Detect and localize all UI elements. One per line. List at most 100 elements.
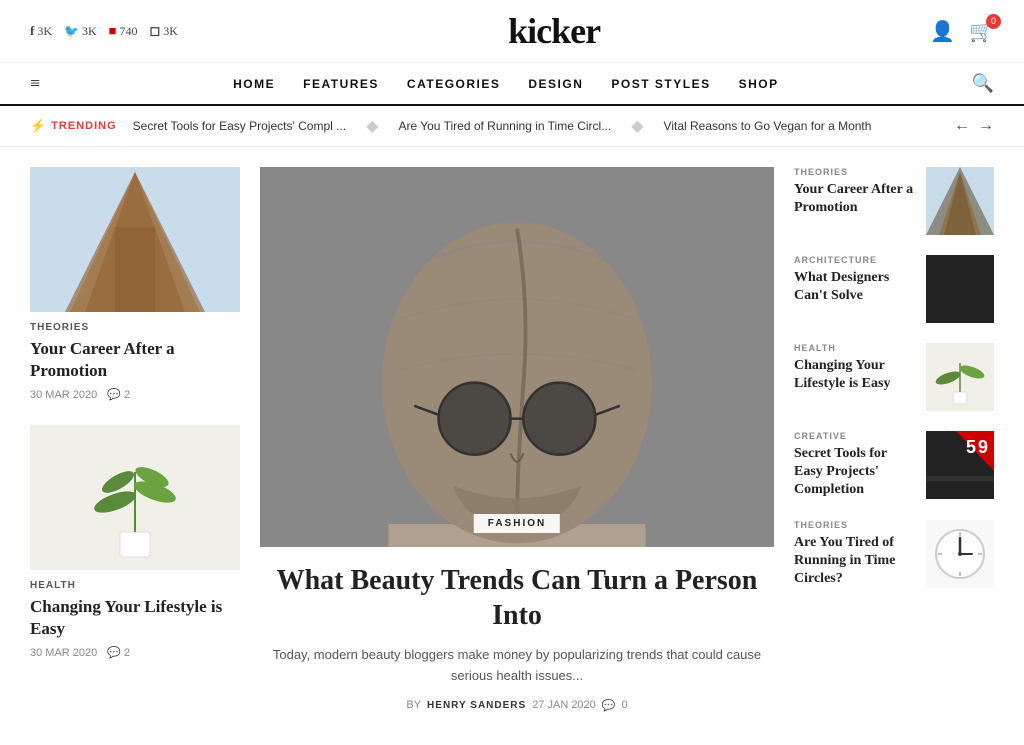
youtube-count: 740	[120, 24, 138, 39]
svg-text:9: 9	[978, 437, 988, 457]
svg-text:5: 5	[966, 437, 976, 457]
hero-category-badge: FASHION	[474, 514, 560, 533]
left-card-2-image[interactable]	[30, 425, 240, 570]
trending-item-2[interactable]: Are You Tired of Running in Time Circl..…	[398, 119, 611, 133]
right-card-1: THEORIES Your Career After a Promotion	[794, 167, 994, 235]
right-card-5-title[interactable]: Are You Tired of Running in Time Circles…	[794, 534, 914, 589]
hero-title[interactable]: What Beauty Trends Can Turn a Person Int…	[260, 563, 774, 633]
nav-features[interactable]: FEATURES	[303, 77, 379, 91]
right-card-3: HEALTH Changing Your Lifestyle is Easy	[794, 343, 994, 411]
search-icon[interactable]: 🔍	[972, 73, 994, 94]
right-card-3-title[interactable]: Changing Your Lifestyle is Easy	[794, 357, 914, 393]
left-card-2-title[interactable]: Changing Your Lifestyle is Easy	[30, 596, 240, 640]
right-card-3-text: HEALTH Changing Your Lifestyle is Easy	[794, 343, 914, 393]
right-card-3-category: HEALTH	[794, 343, 914, 353]
rplant-svg	[935, 348, 985, 406]
rarch-svg	[926, 167, 994, 235]
right-card-2-text: ARCHITECTURE What Designers Can't Solve	[794, 255, 914, 305]
right-card-5-category: THEORIES	[794, 520, 914, 530]
user-icon[interactable]: 👤	[930, 19, 955, 44]
author-prefix: BY	[406, 699, 421, 711]
right-card-2-image[interactable]	[926, 255, 994, 323]
nav-home[interactable]: HOME	[233, 77, 275, 91]
youtube-link[interactable]: ■ 740	[109, 23, 138, 39]
right-card-5: THEORIES Are You Tired of Running in Tim…	[794, 520, 994, 589]
left-card-2-category: HEALTH	[30, 580, 240, 591]
right-card-4-image[interactable]: 5 9	[926, 431, 994, 499]
left-card-2: HEALTH Changing Your Lifestyle is Easy 3…	[30, 425, 240, 659]
twitter-link[interactable]: 🐦 3K	[64, 24, 97, 39]
nav-categories[interactable]: CATEGORIES	[407, 77, 500, 91]
nav-design[interactable]: DESIGN	[528, 77, 583, 91]
nav-links: HOME FEATURES CATEGORIES DESIGN POST STY…	[233, 77, 778, 91]
trending-items: Secret Tools for Easy Projects' Compl ..…	[133, 116, 938, 136]
cart-icon[interactable]: 🛒 0	[969, 19, 994, 44]
hero-image[interactable]: FASHION	[260, 167, 774, 547]
left-card-1-date: 30 MAR 2020	[30, 389, 97, 401]
nav-shop[interactable]: SHOP	[739, 77, 779, 91]
left-card-1-title[interactable]: Your Career After a Promotion	[30, 338, 240, 382]
right-card-1-title[interactable]: Your Career After a Promotion	[794, 181, 914, 217]
top-right-icons: 👤 🛒 0	[930, 19, 994, 44]
instagram-icon: ◻	[150, 23, 161, 39]
right-card-5-text: THEORIES Are You Tired of Running in Tim…	[794, 520, 914, 589]
right-card-5-image[interactable]	[926, 520, 994, 588]
rcreative-svg: 5 9	[926, 431, 994, 499]
trending-sep-2: ◆	[631, 116, 643, 136]
content-area: THEORIES Your Career After a Promotion 3…	[0, 147, 1024, 732]
hero-comments: 0	[622, 699, 628, 711]
right-card-2-title[interactable]: What Designers Can't Solve	[794, 269, 914, 305]
twitter-count: 3K	[82, 24, 97, 39]
left-card-2-comments: 💬 2	[107, 646, 130, 659]
clock-svg	[934, 528, 986, 580]
right-card-3-image[interactable]	[926, 343, 994, 411]
trending-nav: ← →	[954, 117, 994, 135]
hero-excerpt: Today, modern beauty bloggers make money…	[260, 645, 774, 687]
right-card-4-category: CREATIVE	[794, 431, 914, 441]
trending-item-1[interactable]: Secret Tools for Easy Projects' Compl ..…	[133, 119, 346, 133]
left-card-1-image[interactable]	[30, 167, 240, 312]
top-bar: f 3K 🐦 3K ■ 740 ◻ 3K kicker 👤 🛒 0	[0, 0, 1024, 63]
twitter-icon: 🐦	[64, 24, 79, 39]
center-column: FASHION What Beauty Trends Can Turn a Pe…	[260, 167, 774, 712]
nav-post-styles[interactable]: POST STYLES	[611, 77, 710, 91]
facebook-link[interactable]: f 3K	[30, 23, 52, 39]
menu-icon[interactable]: ≡	[30, 73, 40, 94]
cart-count: 0	[986, 14, 1001, 29]
left-column: THEORIES Your Career After a Promotion 3…	[30, 167, 240, 712]
plant-svg	[90, 442, 180, 562]
comment-icon-1: 💬	[107, 388, 121, 401]
social-links: f 3K 🐦 3K ■ 740 ◻ 3K	[30, 23, 178, 39]
arch-svg	[30, 167, 240, 312]
hero-comment-icon: 💬	[602, 699, 616, 712]
right-card-4-text: CREATIVE Secret Tools for Easy Projects'…	[794, 431, 914, 500]
trend-prev-arrow[interactable]: ←	[954, 117, 970, 135]
trending-bar: ⚡ TRENDING Secret Tools for Easy Project…	[0, 106, 1024, 147]
hero-svg	[260, 167, 774, 547]
right-card-4-title[interactable]: Secret Tools for Easy Projects' Completi…	[794, 445, 914, 500]
facebook-count: 3K	[37, 24, 52, 39]
trend-next-arrow[interactable]: →	[978, 117, 994, 135]
right-card-1-text: THEORIES Your Career After a Promotion	[794, 167, 914, 217]
bolt-icon: ⚡	[30, 118, 47, 134]
author-name[interactable]: HENRY SANDERS	[427, 700, 526, 711]
hero-date: 27 JAN 2020	[532, 699, 596, 711]
trending-item-3[interactable]: Vital Reasons to Go Vegan for a Month	[664, 119, 872, 133]
site-title: kicker	[508, 10, 600, 52]
right-card-1-category: THEORIES	[794, 167, 914, 177]
hero-author-line: BY HENRY SANDERS 27 JAN 2020 💬 0	[260, 699, 774, 712]
instagram-link[interactable]: ◻ 3K	[150, 23, 178, 39]
right-card-1-image[interactable]	[926, 167, 994, 235]
right-card-2-category: ARCHITECTURE	[794, 255, 914, 265]
main-nav: ≡ HOME FEATURES CATEGORIES DESIGN POST S…	[0, 63, 1024, 106]
trending-text: TRENDING	[51, 120, 116, 132]
comment-count-1: 2	[124, 389, 130, 401]
right-column: THEORIES Your Career After a Promotion A…	[794, 167, 994, 712]
trending-sep-1: ◆	[366, 116, 378, 136]
trending-label: ⚡ TRENDING	[30, 118, 117, 134]
youtube-icon: ■	[109, 23, 117, 39]
left-card-1-comments: 💬 2	[107, 388, 130, 401]
left-card-1-meta: 30 MAR 2020 💬 2	[30, 388, 240, 401]
right-card-4: CREATIVE Secret Tools for Easy Projects'…	[794, 431, 994, 500]
instagram-count: 3K	[163, 24, 178, 39]
